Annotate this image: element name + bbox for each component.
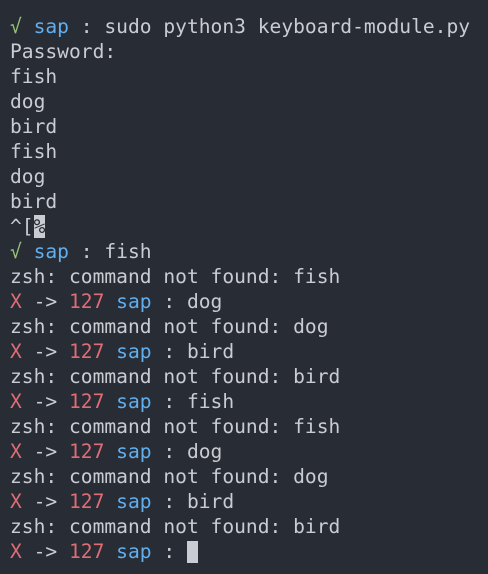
- prompt-line: √ sap : sudo python3 keyboard-module.py: [10, 14, 488, 39]
- prompt-arrow: ->: [33, 440, 58, 463]
- prompt-separator: :: [80, 15, 93, 38]
- exit-code: 127: [68, 290, 105, 313]
- fail-x-icon: X: [10, 490, 22, 513]
- output-line: dog: [10, 90, 46, 113]
- prompt-user: sap: [116, 490, 152, 513]
- prompt-arrow: ->: [33, 290, 58, 313]
- command-text: sudo python3 keyboard-module.py: [104, 15, 471, 38]
- prompt-arrow: ->: [33, 490, 58, 513]
- prompt-separator: :: [163, 490, 176, 513]
- prompt-arrow: ->: [33, 390, 58, 413]
- escape-sequence-line: ^[%: [10, 214, 488, 239]
- output-line: bird: [10, 190, 58, 213]
- failed-prompt-line: X -> 127 sap : dog: [10, 439, 488, 464]
- exit-code: 127: [68, 440, 105, 463]
- failed-prompt-line: X -> 127 sap : fish: [10, 389, 488, 414]
- prompt-separator: :: [163, 390, 176, 413]
- exit-code: 127: [68, 340, 105, 363]
- command-text: fish: [186, 390, 235, 413]
- exit-code: 127: [68, 490, 105, 513]
- prompt-separator: :: [163, 290, 176, 313]
- fail-x-icon: X: [10, 290, 22, 313]
- fail-x-icon: X: [10, 440, 22, 463]
- prompt-user: sap: [33, 240, 69, 263]
- error-message: zsh: command not found: dog: [10, 315, 329, 338]
- prompt-user: sap: [33, 15, 69, 38]
- prompt-arrow: ->: [33, 540, 58, 563]
- output-line: dog: [10, 165, 46, 188]
- failed-prompt-line: X -> 127 sap : bird: [10, 489, 488, 514]
- prompt-line: √ sap : fish: [10, 239, 488, 264]
- success-check-icon: √: [10, 15, 22, 38]
- failed-prompt-line: X -> 127 sap : bird: [10, 339, 488, 364]
- exit-code: 127: [68, 540, 105, 563]
- fail-x-icon: X: [10, 340, 22, 363]
- command-text: fish: [104, 240, 152, 263]
- fail-x-icon: X: [10, 390, 22, 413]
- password-prompt: Password:: [10, 40, 117, 63]
- error-message: zsh: command not found: fish: [10, 265, 341, 288]
- prompt-separator: :: [163, 440, 176, 463]
- prompt-separator: :: [163, 540, 176, 563]
- prompt-separator: :: [80, 240, 93, 263]
- output-line: fish: [10, 140, 58, 163]
- command-text: bird: [186, 490, 235, 513]
- output-line: fish: [10, 65, 58, 88]
- prompt-user: sap: [116, 290, 152, 313]
- output-line: bird: [10, 115, 58, 138]
- escape-sequence: ^[: [10, 215, 34, 238]
- prompt-user: sap: [116, 340, 152, 363]
- error-message: zsh: command not found: bird: [10, 515, 341, 538]
- error-message: zsh: command not found: fish: [10, 415, 341, 438]
- error-message: zsh: command not found: dog: [10, 465, 329, 488]
- prompt-user: sap: [116, 440, 152, 463]
- prompt-user: sap: [116, 390, 152, 413]
- command-text: dog: [186, 440, 223, 463]
- prompt-separator: :: [163, 340, 176, 363]
- command-text: dog: [186, 290, 223, 313]
- active-prompt-line[interactable]: X -> 127 sap :: [10, 539, 488, 564]
- terminal-window[interactable]: √ sap : sudo python3 keyboard-module.py …: [0, 0, 488, 574]
- fail-x-icon: X: [10, 540, 22, 563]
- success-check-icon: √: [10, 240, 22, 263]
- error-message: zsh: command not found: bird: [10, 365, 341, 388]
- prompt-user: sap: [116, 540, 152, 563]
- inverted-percent-marker: %: [33, 215, 46, 238]
- prompt-arrow: ->: [33, 340, 58, 363]
- exit-code: 127: [68, 390, 105, 413]
- text-cursor[interactable]: [186, 541, 198, 563]
- failed-prompt-line: X -> 127 sap : dog: [10, 289, 488, 314]
- command-text: bird: [186, 340, 235, 363]
